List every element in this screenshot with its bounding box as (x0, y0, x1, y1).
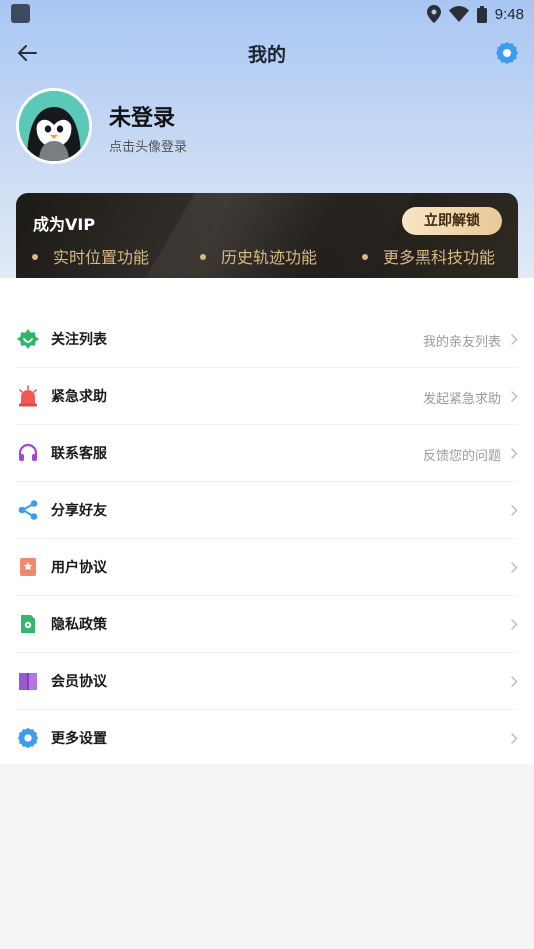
menu-item-share[interactable]: 分享好友 (0, 482, 534, 539)
menu-item-label: 更多设置 (51, 731, 107, 747)
vip-banner[interactable]: 成为VIP 立即解锁 实时位置功能 历史轨迹功能 更多黑科技功能 (16, 193, 518, 278)
app-notification-icon (11, 4, 30, 23)
bullet-dot-icon (200, 253, 206, 260)
page-title: 我的 (247, 44, 286, 66)
wifi-icon (448, 6, 469, 22)
menu-item-subtitle: 发起紧急求助 (422, 392, 501, 407)
menu-item-subtitle: 我的亲友列表 (422, 335, 501, 350)
profile-name: 未登录 (109, 106, 176, 131)
vip-title: 成为VIP (33, 215, 96, 234)
battery-icon (476, 5, 487, 23)
menu-item-more-settings[interactable]: 更多设置 (0, 710, 534, 767)
menu-item-privacy-policy[interactable]: 隐私政策 (0, 596, 534, 653)
alarm-icon (19, 385, 37, 407)
star-badge-icon (17, 329, 39, 349)
menu-item-emergency[interactable]: 紧急求助 发起紧急求助 (0, 368, 534, 425)
bookmark-star-icon (20, 558, 36, 576)
bullet-dot-icon (362, 253, 368, 260)
chevron-right-icon (510, 732, 518, 745)
penguin-avatar-icon (19, 91, 89, 161)
menu-item-customer-service[interactable]: 联系客服 反馈您的问题 (0, 425, 534, 482)
menu-card: 关注列表 我的亲友列表 紧急求助 发起紧急求助 联系客服 反馈您的问题 分享好友… (0, 278, 534, 764)
menu-item-user-agreement[interactable]: 用户协议 (0, 539, 534, 596)
vip-feature-item: 实时位置功能 (32, 244, 149, 268)
menu-item-subtitle: 反馈您的问题 (422, 449, 501, 464)
top-navbar: 我的 (0, 32, 534, 74)
menu-list: 关注列表 我的亲友列表 紧急求助 发起紧急求助 联系客服 反馈您的问题 分享好友… (0, 311, 534, 767)
menu-item-label: 用户协议 (51, 560, 107, 576)
menu-item-label: 联系客服 (51, 446, 107, 462)
location-icon (426, 5, 441, 23)
menu-item-label: 关注列表 (51, 332, 107, 348)
vip-feature-item: 历史轨迹功能 (200, 244, 317, 268)
avatar[interactable] (16, 88, 92, 164)
chevron-right-icon (510, 675, 518, 688)
vip-feature-item: 更多黑科技功能 (362, 244, 495, 268)
unlock-vip-button[interactable]: 立即解锁 (402, 207, 502, 235)
book-icon (19, 673, 37, 690)
menu-item-label: 会员协议 (51, 674, 107, 690)
gear-icon (496, 42, 518, 64)
profile-section: 未登录 点击头像登录 (16, 88, 416, 168)
chevron-right-icon (510, 504, 518, 517)
chevron-right-icon (510, 390, 518, 403)
chevron-right-icon (510, 561, 518, 574)
chevron-right-icon (510, 333, 518, 346)
menu-item-label: 分享好友 (51, 503, 107, 519)
gear-icon (17, 727, 39, 749)
menu-item-member-agreement[interactable]: 会员协议 (0, 653, 534, 710)
bullet-dot-icon (32, 253, 38, 260)
status-bar: 9:48 (0, 0, 534, 30)
status-indicators: 9:48 (426, 4, 524, 24)
chevron-right-icon (510, 447, 518, 460)
headset-icon (18, 443, 38, 461)
share-icon (18, 500, 38, 520)
menu-item-follow-list[interactable]: 关注列表 我的亲友列表 (0, 311, 534, 368)
login-hint[interactable]: 点击头像登录 (109, 136, 187, 155)
menu-item-label: 隐私政策 (51, 617, 107, 633)
vip-features: 实时位置功能 历史轨迹功能 更多黑科技功能 (32, 244, 516, 268)
menu-item-label: 紧急求助 (51, 389, 107, 405)
document-gear-icon (21, 615, 35, 633)
settings-button[interactable] (495, 41, 519, 65)
chevron-right-icon (510, 618, 518, 631)
status-time: 9:48 (494, 5, 524, 23)
